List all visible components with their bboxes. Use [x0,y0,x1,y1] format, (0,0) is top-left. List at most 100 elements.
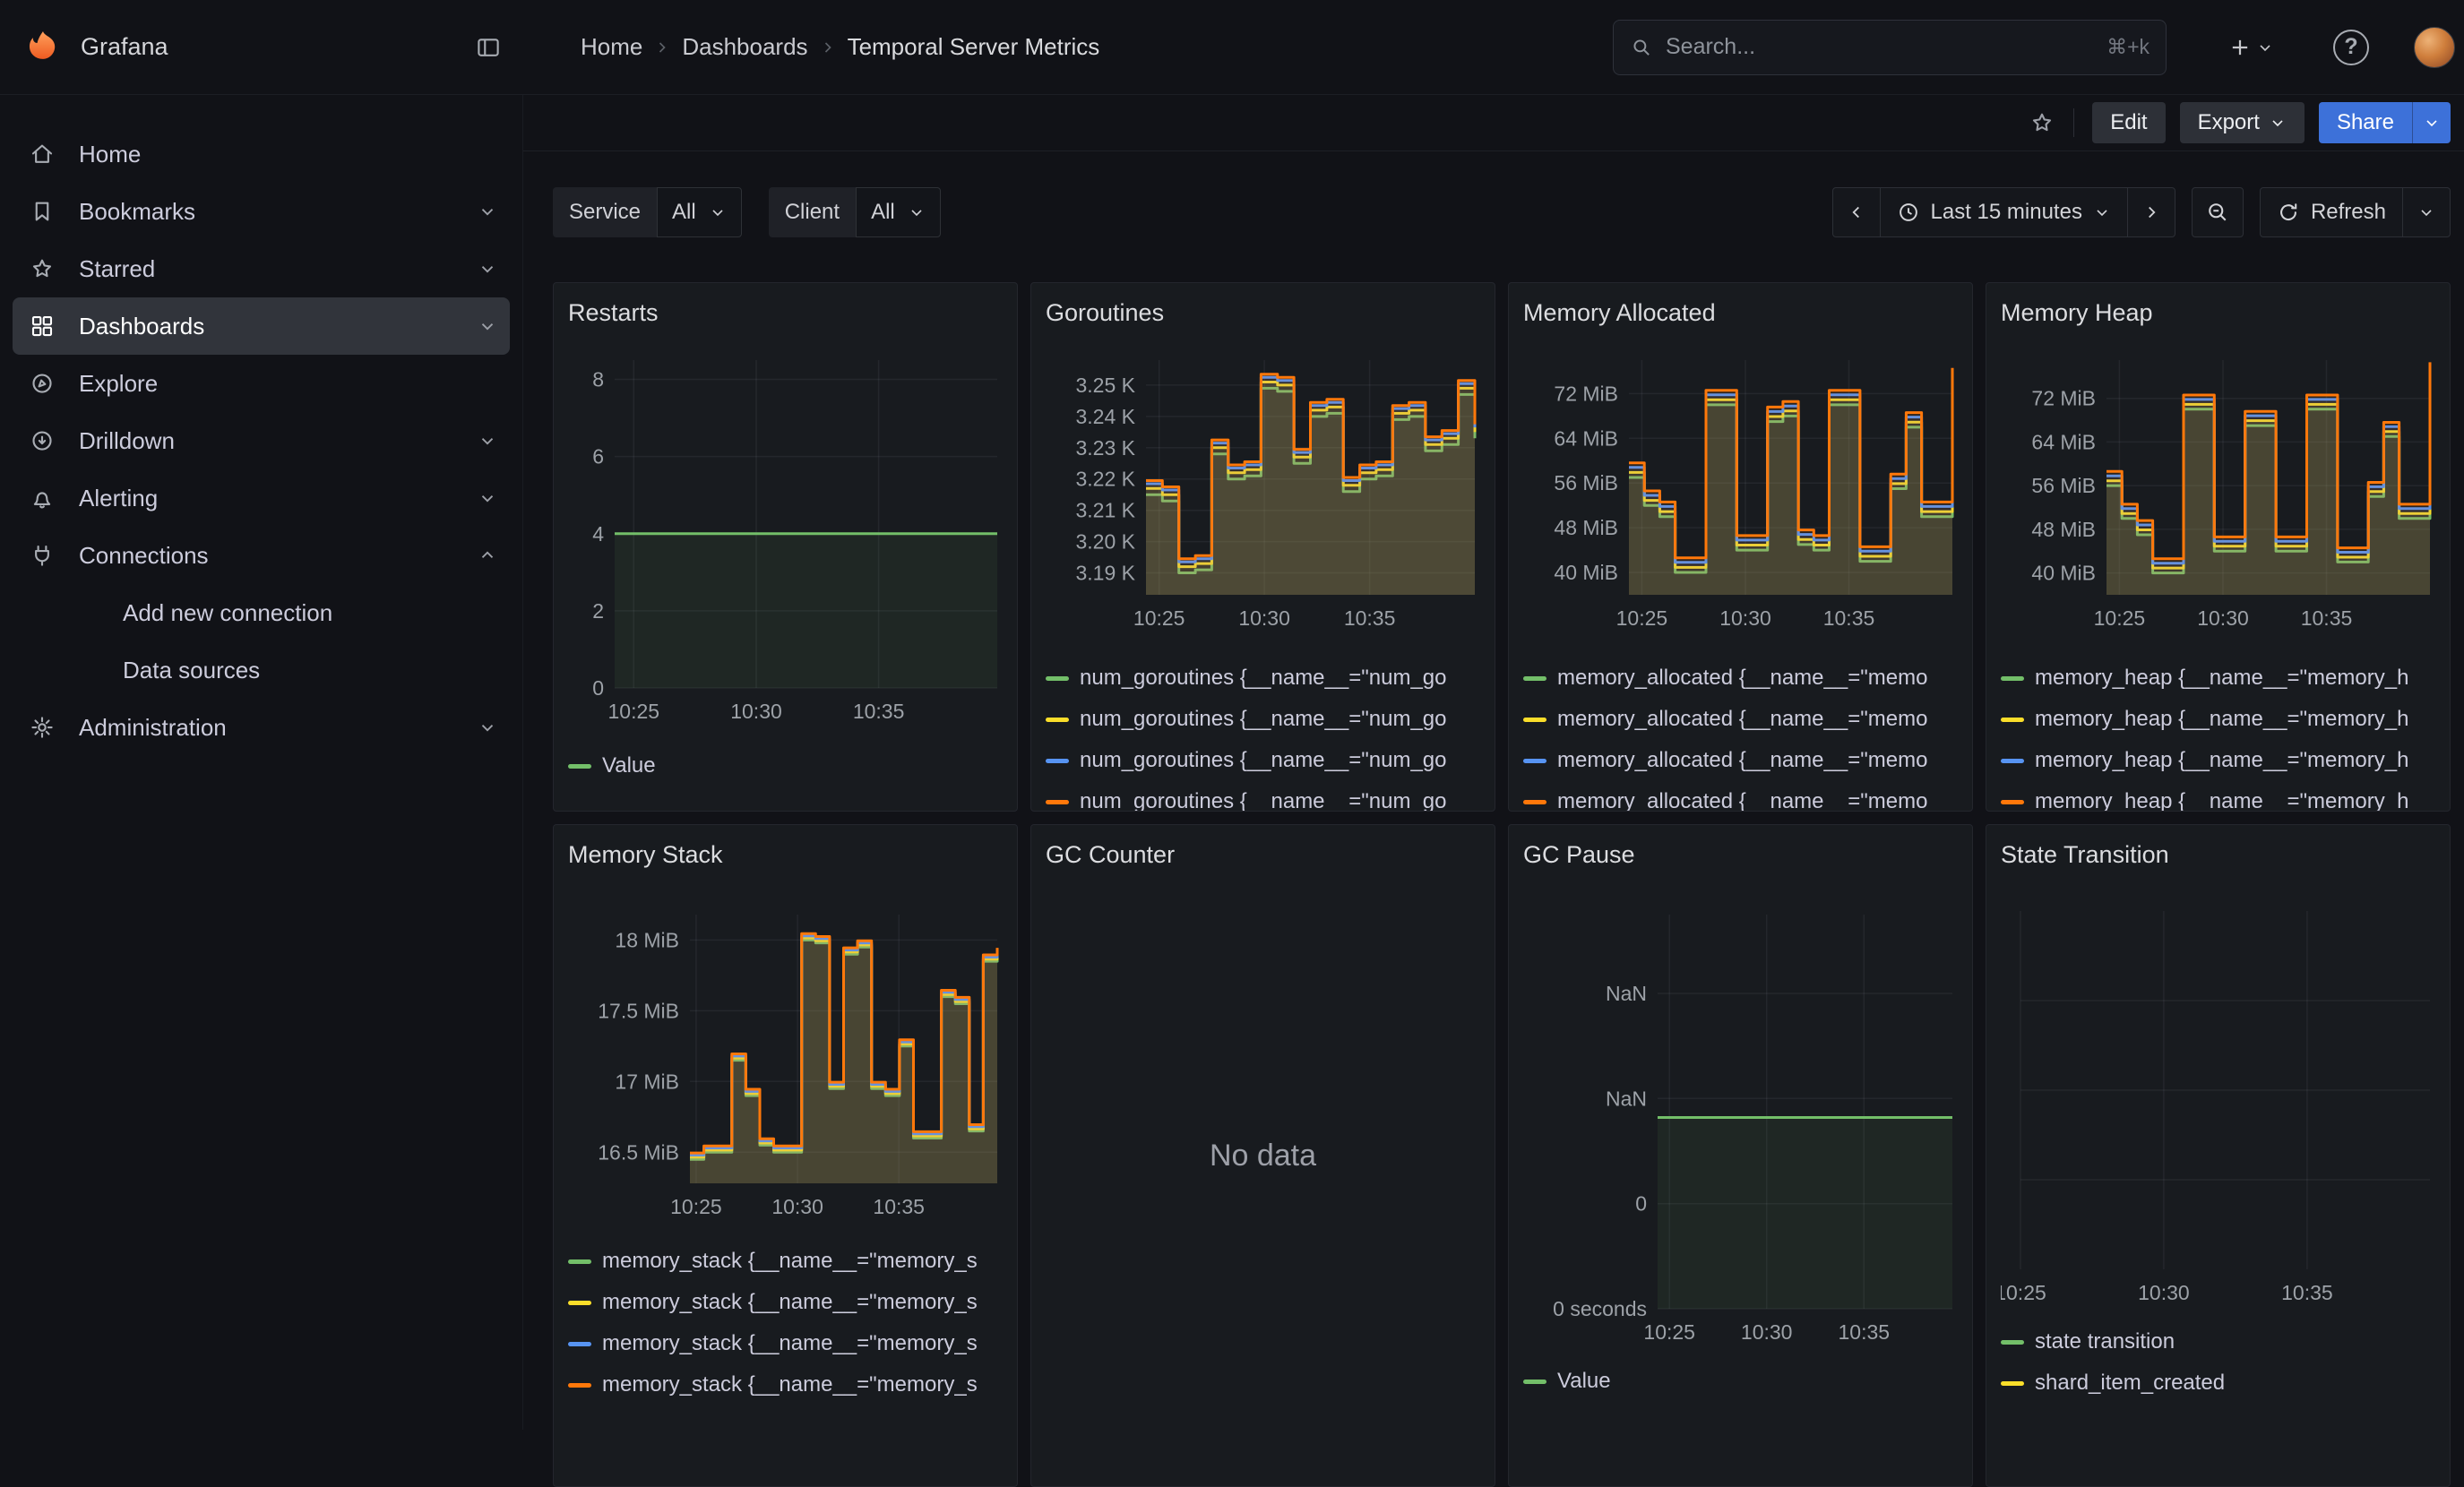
variable-service-value: All [672,200,696,225]
sidebar-item-alerting[interactable]: Alerting [13,469,510,527]
legend-item[interactable]: memory_allocated {__name__="memo [1523,658,1958,699]
svg-text:3.25 K: 3.25 K [1076,374,1136,397]
legend-item[interactable]: Value [568,745,1003,786]
sidebar-item-home[interactable]: Home [13,125,510,183]
help-icon[interactable]: ? [2333,30,2369,65]
refresh-button[interactable]: Refresh [2260,187,2403,237]
search-placeholder: Search... [1666,34,1755,60]
chevron-down-icon [908,203,926,221]
legend-item[interactable]: memory_heap {__name__="memory_h [2001,781,2435,812]
legend-swatch [2001,718,2024,722]
zoom-out-button[interactable] [2192,187,2244,237]
variable-service-select[interactable]: All [657,187,742,237]
legend-item[interactable]: Value [1523,1361,1958,1402]
sidebar-item-data-sources[interactable]: Data sources [13,641,510,699]
legend-item[interactable]: memory_heap {__name__="memory_h [2001,699,2435,740]
timeseries-chart: 72 MiB64 MiB56 MiB48 MiB40 MiB10:2510:30… [2001,353,2435,632]
chevron-down-icon [2256,39,2274,56]
legend-item[interactable]: memory_stack {__name__="memory_s [568,1323,1003,1364]
legend-item[interactable]: memory_heap {__name__="memory_h [2001,740,2435,781]
sidebar-item-dashboards[interactable]: Dashboards [13,297,510,355]
refresh-icon [2277,201,2300,224]
sidebar-toggle-icon[interactable] [475,34,502,61]
legend-item[interactable]: state transition [2001,1321,2435,1362]
legend-label: memory_stack {__name__="memory_s [602,1331,978,1356]
chevron-down-icon [2269,114,2287,132]
svg-text:NaN: NaN [1606,982,1647,1005]
edit-button[interactable]: Edit [2092,102,2165,143]
search-input[interactable]: Search... ⌘+k [1613,20,2167,75]
sidebar-item-starred[interactable]: Starred [13,240,510,297]
legend-item[interactable]: num_goroutines {__name__="num_go [1046,699,1480,740]
panel-title[interactable]: Goroutines [1046,283,1480,335]
svg-text:10:35: 10:35 [873,1195,925,1218]
legend-label: num_goroutines {__name__="num_go [1080,707,1447,732]
legend-item[interactable]: memory_heap {__name__="memory_h [2001,658,2435,699]
svg-text:72 MiB: 72 MiB [2031,387,2096,410]
chevron-down-icon[interactable] [478,488,497,508]
plus-icon [2227,35,2253,60]
legend-item[interactable]: memory_allocated {__name__="memo [1523,740,1958,781]
refresh-interval-button[interactable] [2402,187,2451,237]
breadcrumb-item-home[interactable]: Home [581,33,642,61]
navbar-left: Grafana [0,28,523,67]
chevron-down-icon[interactable] [478,316,497,336]
chevron-right-icon [2141,202,2161,222]
favorite-star-icon[interactable] [2029,109,2055,136]
sidebar-item-bookmarks[interactable]: Bookmarks [13,183,510,240]
chevron-up-icon[interactable] [478,546,497,565]
sidebar-item-label: Dashboards [79,313,204,340]
chevron-down-icon[interactable] [478,202,497,221]
share-button[interactable]: Share [2319,102,2412,143]
variable-client-select[interactable]: All [856,187,941,237]
legend-item[interactable]: shard_item_created [2001,1362,2435,1404]
divider [2073,108,2074,137]
legend-item[interactable]: memory_allocated {__name__="memo [1523,699,1958,740]
sidebar-item-label: Administration [79,714,227,742]
sidebar-item-drilldown[interactable]: Drilldown [13,412,510,469]
chevron-down-icon[interactable] [478,259,497,279]
apps-icon [29,313,56,340]
sidebar-item-administration[interactable]: Administration [13,699,510,756]
export-button[interactable]: Export [2180,102,2305,143]
panel-title[interactable]: Memory Allocated [1523,283,1958,335]
legend-item[interactable]: num_goroutines {__name__="num_go [1046,658,1480,699]
no-data-message: No data [1031,825,1495,1486]
breadcrumb-item-dashboards[interactable]: Dashboards [682,33,807,61]
panel-title[interactable]: State Transition [2001,825,2435,877]
sidebar-item-explore[interactable]: Explore [13,355,510,412]
svg-text:10:25: 10:25 [670,1195,722,1218]
panel-title[interactable]: Restarts [568,283,1003,335]
dashboard-toolbar: Service All Client All [523,187,2464,237]
plug-icon [29,542,56,569]
legend-item[interactable]: memory_stack {__name__="memory_s [568,1241,1003,1282]
svg-text:10:30: 10:30 [1741,1320,1793,1344]
legend-item[interactable]: memory_stack {__name__="memory_s [568,1364,1003,1405]
legend-item[interactable]: num_goroutines {__name__="num_go [1046,740,1480,781]
svg-text:10:35: 10:35 [2301,606,2353,630]
panel-title[interactable]: Memory Stack [568,825,1003,877]
legend-label: memory_stack {__name__="memory_s [602,1249,978,1274]
time-range-picker[interactable]: Last 15 minutes [1880,187,2128,237]
time-back-button[interactable] [1832,187,1881,237]
legend-item[interactable]: num_goroutines {__name__="num_go [1046,781,1480,812]
add-new-button[interactable] [2227,35,2274,60]
chevron-down-icon[interactable] [478,431,497,451]
legend-item[interactable]: memory_stack {__name__="memory_s [568,1282,1003,1323]
legend-label: memory_heap {__name__="memory_h [2035,707,2408,732]
grafana-logo-icon[interactable] [23,28,63,67]
chevron-right-icon [819,39,837,56]
panel-title[interactable]: GC Pause [1523,825,1958,877]
share-dropdown-button[interactable] [2412,102,2451,143]
svg-text:10:30: 10:30 [1238,606,1290,630]
svg-text:56 MiB: 56 MiB [2031,474,2096,497]
chevron-down-icon[interactable] [478,718,497,737]
user-avatar[interactable] [2414,27,2455,68]
svg-text:10:25: 10:25 [1643,1320,1695,1344]
sidebar-nav: HomeBookmarksStarred Dashboards ExploreDri… [13,125,510,756]
time-forward-button[interactable] [2127,187,2175,237]
sidebar-item-add-new-connection[interactable]: Add new connection [13,584,510,641]
sidebar-item-connections[interactable]: Connections [13,527,510,584]
panel-title[interactable]: Memory Heap [2001,283,2435,335]
legend-item[interactable]: memory_allocated {__name__="memo [1523,781,1958,812]
